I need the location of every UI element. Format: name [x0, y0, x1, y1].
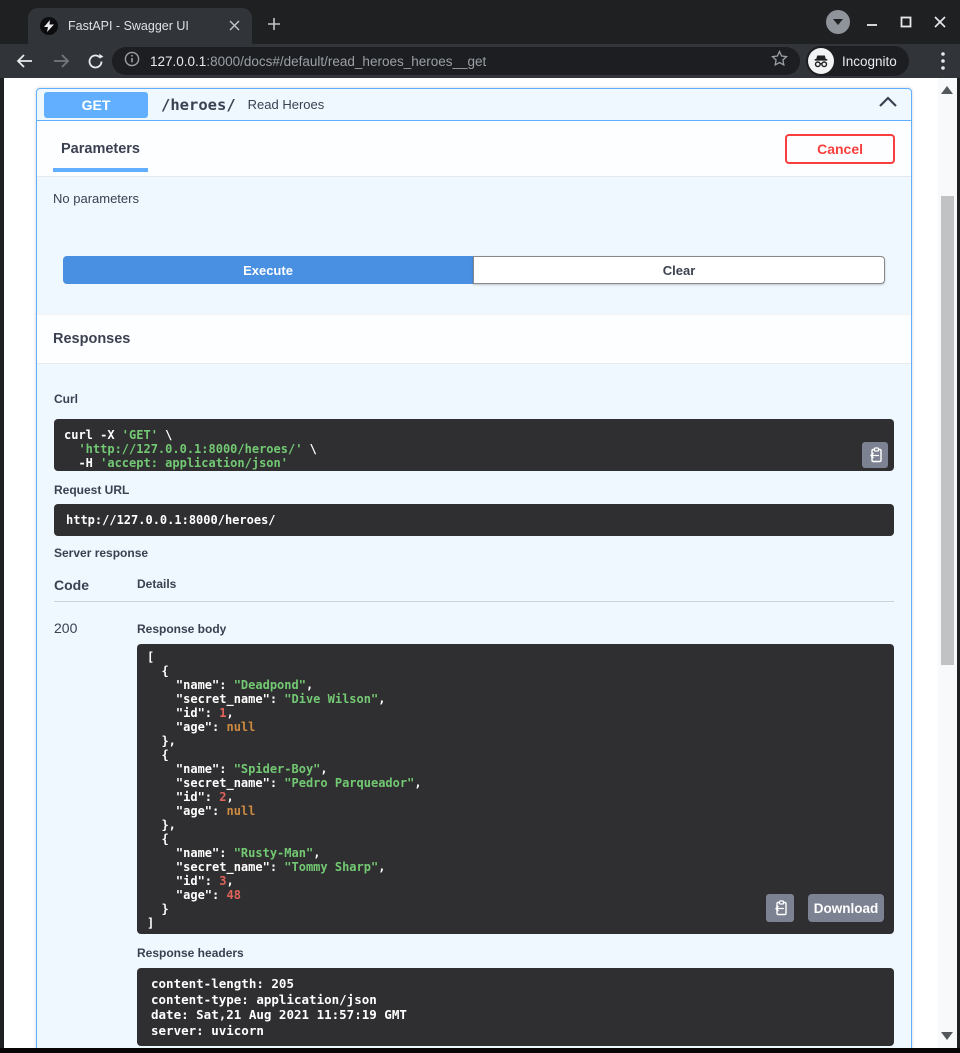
request-url-codeblock: http://127.0.0.1:8000/heroes/ — [54, 504, 894, 536]
responses-header: Responses — [37, 314, 911, 364]
parameters-body: No parameters Execute Clear — [37, 177, 911, 314]
endpoint-path: /heroes/ — [161, 96, 236, 114]
curl-codeblock: curl -X 'GET' \ 'http://127.0.0.1:8000/h… — [54, 419, 894, 471]
details-column-header: Details — [137, 577, 176, 593]
endpoint-summary: Read Heroes — [248, 97, 877, 112]
back-icon[interactable] — [12, 53, 38, 69]
tab-search-icon[interactable] — [826, 10, 850, 34]
curl-label: Curl — [54, 392, 78, 406]
tab-title: FastAPI - Swagger UI — [68, 19, 221, 33]
responses-body: Curl curl -X 'GET' \ 'http://127.0.0.1:8… — [37, 364, 911, 1048]
incognito-icon — [808, 48, 834, 74]
parameters-title: Parameters — [61, 141, 140, 157]
response-body-codeblock: [ { "name": "Deadpond", "secret_name": "… — [137, 644, 894, 934]
scroll-down-icon[interactable] — [941, 1032, 953, 1040]
scrollbar-thumb[interactable] — [941, 196, 954, 665]
browser-menu-icon[interactable] — [930, 48, 956, 74]
window-minimize-icon[interactable] — [860, 10, 884, 34]
page-scrollbar[interactable] — [938, 78, 957, 1048]
cancel-button[interactable]: Cancel — [785, 134, 895, 164]
request-url-label: Request URL — [54, 483, 894, 497]
code-column-header: Code — [54, 577, 137, 593]
new-tab-icon[interactable] — [262, 14, 286, 38]
bookmark-star-icon[interactable] — [771, 50, 788, 72]
site-info-icon[interactable] — [124, 51, 140, 72]
response-body-label: Response body — [137, 622, 894, 636]
collapse-chevron-icon[interactable] — [877, 93, 899, 116]
no-parameters-text: No parameters — [53, 191, 895, 206]
method-badge: GET — [44, 92, 148, 118]
active-tab-underline — [53, 168, 148, 172]
scroll-up-icon[interactable] — [941, 86, 953, 94]
copy-curl-button[interactable] — [862, 442, 888, 468]
tab-parameters[interactable]: Parameters — [53, 121, 148, 176]
url-path: :8000/docs#/default/read_heroes_heroes__… — [206, 54, 486, 69]
incognito-badge[interactable]: Incognito — [806, 46, 909, 76]
download-button[interactable]: Download — [808, 894, 884, 922]
url-text: 127.0.0.1:8000/docs#/default/read_heroes… — [150, 54, 771, 69]
reload-icon[interactable] — [82, 53, 108, 70]
curl-command: curl -X 'GET' \ 'http://127.0.0.1:8000/h… — [64, 428, 884, 470]
response-headers-text: content-length: 205content-type: applica… — [151, 976, 880, 1038]
response-body-json: [ { "name": "Deadpond", "secret_name": "… — [147, 650, 884, 930]
request-url-value: http://127.0.0.1:8000/heroes/ — [66, 513, 882, 527]
response-headers-label: Response headers — [137, 946, 894, 960]
opblock-summary[interactable]: GET /heroes/ Read Heroes — [37, 89, 911, 121]
response-table-header: Code Details — [54, 577, 894, 602]
server-response-label: Server response — [54, 546, 894, 560]
window-bottom-edge — [0, 1048, 960, 1053]
parameters-header: Parameters Cancel — [37, 121, 911, 177]
incognito-label: Incognito — [842, 54, 897, 69]
copy-response-button[interactable] — [766, 894, 794, 922]
execute-row: Execute Clear — [63, 256, 885, 284]
clear-button[interactable]: Clear — [473, 256, 885, 284]
response-row-200: 200 Response body [ { "name": "Deadpond"… — [54, 602, 894, 1046]
window-maximize-icon[interactable] — [894, 10, 918, 34]
browser-tab[interactable]: FastAPI - Swagger UI — [28, 8, 252, 44]
opblock-get-heroes: GET /heroes/ Read Heroes Parameters Canc… — [36, 88, 912, 1048]
tab-close-icon[interactable] — [229, 19, 240, 33]
browser-toolbar: 127.0.0.1:8000/docs#/default/read_heroes… — [0, 44, 960, 78]
status-code: 200 — [54, 620, 137, 1046]
browser-titlebar: FastAPI - Swagger UI — [0, 0, 960, 44]
swagger-page: GET /heroes/ Read Heroes Parameters Canc… — [4, 78, 938, 1048]
forward-icon[interactable] — [48, 53, 74, 69]
response-headers-codeblock: content-length: 205content-type: applica… — [137, 968, 894, 1046]
execute-button[interactable]: Execute — [63, 256, 473, 284]
url-host: 127.0.0.1 — [150, 54, 206, 69]
window-close-icon[interactable] — [928, 10, 952, 34]
responses-title: Responses — [53, 331, 130, 347]
fastapi-favicon-icon — [40, 17, 58, 35]
url-bar[interactable]: 127.0.0.1:8000/docs#/default/read_heroes… — [112, 47, 800, 75]
